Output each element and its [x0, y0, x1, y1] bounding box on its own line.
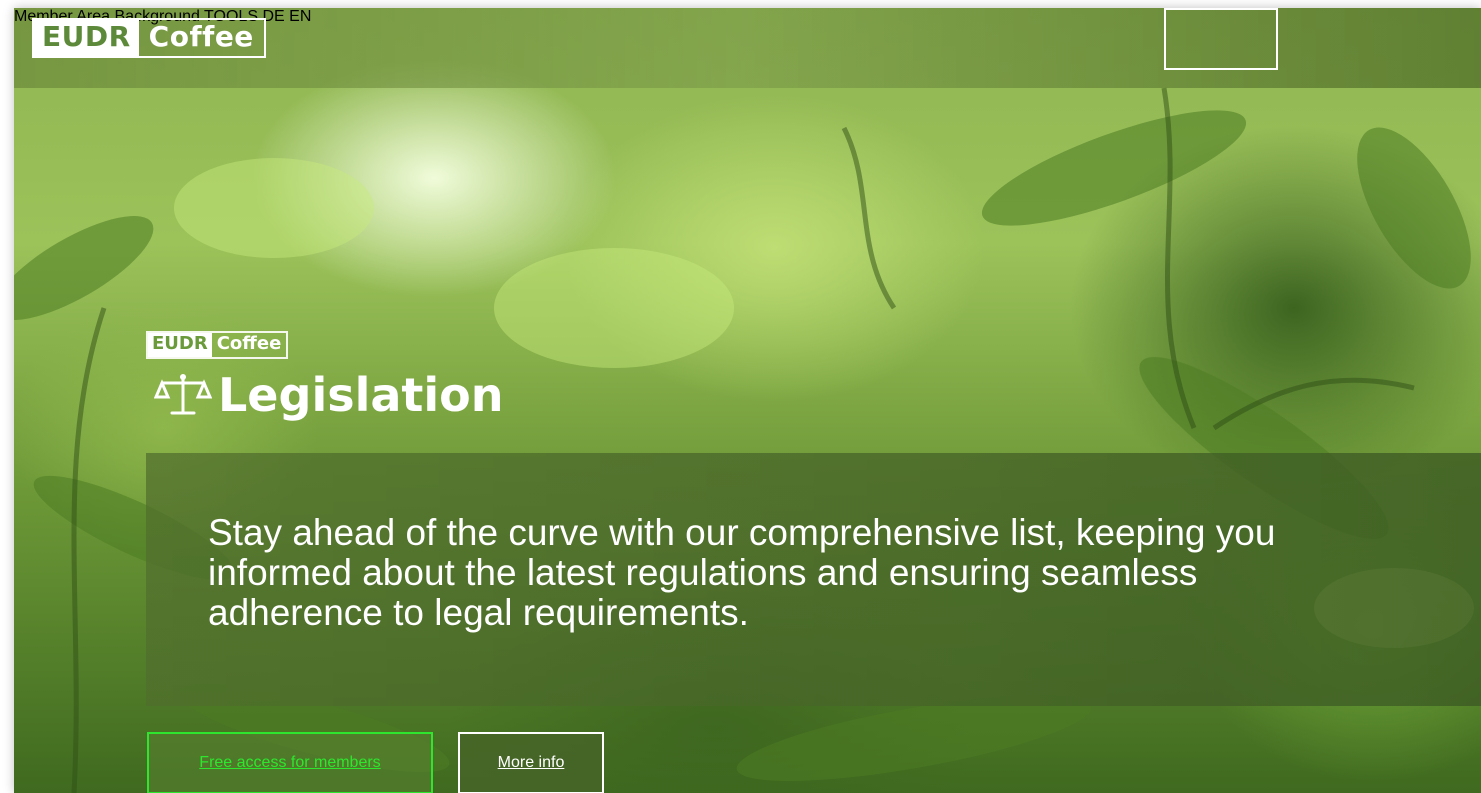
description-panel: Stay ahead of the curve with our compreh…: [146, 453, 1481, 706]
page-title: Legislation: [154, 368, 504, 422]
section-logo-eudr: EUDR: [148, 333, 212, 357]
hero-background: EUDR Coffee Member Area Background TOOLS…: [14, 8, 1481, 793]
tools-active-indicator: [1164, 8, 1278, 70]
section-logo: EUDR Coffee: [146, 331, 289, 359]
section-logo-coffee: Coffee: [216, 333, 282, 354]
more-info-button[interactable]: More info: [458, 732, 604, 793]
description-text: Stay ahead of the curve with our compreh…: [208, 512, 1276, 633]
site-logo[interactable]: EUDR Coffee: [32, 18, 266, 58]
logo-coffee: Coffee: [148, 20, 254, 53]
page-title-text: Legislation: [218, 368, 504, 422]
logo-eudr: EUDR: [34, 20, 139, 56]
scale-icon: [154, 374, 212, 415]
nav-lang-en[interactable]: EN: [289, 8, 311, 25]
free-access-button[interactable]: Free access for members: [147, 732, 433, 793]
site-header: EUDR Coffee Member Area Background TOOLS…: [14, 8, 1481, 88]
